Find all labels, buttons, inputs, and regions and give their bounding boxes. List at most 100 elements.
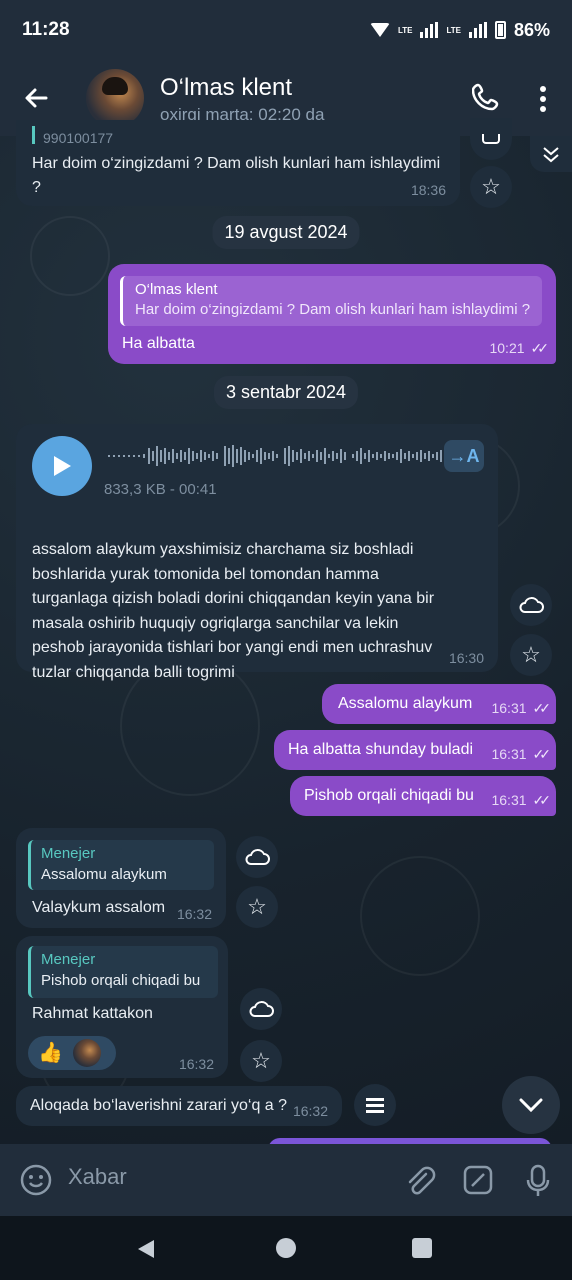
star-icon: ☆ <box>247 894 267 919</box>
wifi-icon <box>369 23 390 37</box>
scroll-up-icon <box>543 147 559 163</box>
message-text: Har doim o‘zingizdami ? Dam olish kunlar… <box>32 155 441 196</box>
signal-icon <box>420 22 439 38</box>
message-menu-button[interactable] <box>354 1084 396 1126</box>
message-meta: 16:31 ✓✓ <box>491 742 552 766</box>
voice-meta: 833,3 KB - 00:41 <box>104 481 217 498</box>
message-time: 16:32 <box>178 1056 214 1072</box>
favorite-button[interactable]: ☆ <box>470 166 512 208</box>
reply-text: Har doim o‘zingizdami ? Dam olish kunlar… <box>135 301 530 318</box>
sticker-button[interactable] <box>462 1164 494 1201</box>
message-meta: 10:21 ✓✓ <box>489 336 550 360</box>
date-divider: 3 sentabr 2024 <box>213 376 359 409</box>
waveform <box>108 445 446 467</box>
date-divider: 19 avgust 2024 <box>212 216 360 249</box>
nav-home-button[interactable] <box>276 1238 296 1258</box>
star-icon: ☆ <box>481 174 501 199</box>
message-time: 16:31 <box>491 792 527 808</box>
nav-recents-button[interactable] <box>412 1238 432 1258</box>
nav-back-icon <box>138 1240 154 1258</box>
message-time: 16:32 <box>176 906 212 922</box>
message-meta: 16:31 ✓✓ <box>491 696 552 720</box>
favorite-button[interactable]: ☆ <box>236 886 278 928</box>
reactor-avatar <box>72 1039 101 1067</box>
lte-label: LTE <box>397 25 413 35</box>
reply-preview: Menejer Pishob orqali chiqadi bu <box>28 946 218 998</box>
reply-name: O‘lmas klent <box>135 281 218 298</box>
voice-message[interactable]: →A 833,3 KB - 00:41 assalom alaykum yaxs… <box>16 424 498 681</box>
message-text: Pishob orqali chiqadi bu <box>304 787 474 804</box>
message-outgoing[interactable]: O‘lmas klent Har doim o‘zingizdami ? Dam… <box>108 264 556 364</box>
favorite-button[interactable]: ☆ <box>510 634 552 676</box>
battery-icon <box>494 21 506 39</box>
message-outgoing[interactable]: Ha albatta shunday buladi 16:31 ✓✓ <box>274 730 556 770</box>
sticker-icon <box>463 1165 493 1195</box>
nav-back-button[interactable] <box>136 1238 156 1265</box>
reply-preview: Menejer Assalomu alaykum <box>28 840 214 890</box>
more-button[interactable] <box>538 84 548 119</box>
read-ticks-icon: ✓✓ <box>532 792 552 808</box>
battery-level: 86% <box>513 19 550 40</box>
call-button[interactable] <box>471 82 500 117</box>
system-nav-bar <box>0 1216 572 1280</box>
status-time: 11:28 <box>22 19 70 40</box>
message-incoming[interactable]: Menejer Assalomu alaykum Valaykum assalo… <box>16 828 226 928</box>
lte-label-2: LTE <box>446 25 461 35</box>
reply-preview: O‘lmas klent Har doim o‘zingizdami ? Dam… <box>120 276 542 326</box>
message-time: 18:36 <box>410 182 446 198</box>
star-icon: ☆ <box>521 642 541 667</box>
share-button[interactable] <box>470 118 512 160</box>
read-ticks-icon: ✓✓ <box>530 340 550 356</box>
message-incoming[interactable]: Menejer Pishob orqali chiqadi bu Rahmat … <box>16 936 228 1078</box>
mic-icon <box>526 1164 550 1196</box>
message-outgoing[interactable]: Pishob orqali chiqadi bu 16:31 ✓✓ <box>290 776 556 816</box>
scroll-down-button[interactable] <box>502 1076 560 1134</box>
read-ticks-icon: ✓✓ <box>532 700 552 716</box>
attach-icon <box>408 1166 436 1195</box>
message-text: Assalomu alaykum <box>338 695 473 712</box>
play-icon <box>54 456 71 476</box>
reply-text: 990100177 <box>43 130 114 144</box>
reply-name: Menejer <box>41 845 96 862</box>
message-time: 10:21 <box>489 340 525 356</box>
message-time: 16:32 <box>292 1103 328 1119</box>
message-time: 16:31 <box>491 746 527 762</box>
save-to-cloud-button[interactable] <box>510 584 552 626</box>
emoji-button[interactable] <box>20 1164 52 1201</box>
attach-button[interactable] <box>404 1164 436 1203</box>
avatar[interactable] <box>86 69 144 127</box>
cloud-icon <box>249 1001 274 1017</box>
save-to-cloud-button[interactable] <box>236 836 278 878</box>
message-outgoing[interactable]: Assalomu alaykum 16:31 ✓✓ <box>322 684 556 724</box>
reaction-emoji: 👍 <box>38 1042 63 1064</box>
transcribe-button[interactable]: →A <box>444 440 484 472</box>
favorite-button[interactable]: ☆ <box>240 1040 282 1082</box>
back-icon <box>25 88 48 108</box>
message-incoming[interactable]: Aloqada bo‘laverishni zarari yo‘q a ? 16… <box>16 1086 342 1126</box>
message-time: 16:31 <box>491 700 527 716</box>
reply-text: Pishob orqali chiqadi bu <box>41 972 201 989</box>
share-icon <box>482 134 500 144</box>
message-input[interactable]: Xabar <box>68 1164 127 1190</box>
read-ticks-icon: ✓✓ <box>532 746 552 762</box>
phone-icon <box>471 83 499 111</box>
reply-name: Menejer <box>41 951 96 968</box>
voice-record-button[interactable] <box>526 1164 550 1203</box>
scroll-up-button[interactable] <box>530 136 572 172</box>
star-icon: ☆ <box>251 1048 271 1073</box>
reaction-chip[interactable]: 👍 <box>28 1036 116 1070</box>
message-text: Valaykum assalom <box>32 899 166 916</box>
message-composer: Xabar <box>0 1144 572 1216</box>
signal-icon-2 <box>468 22 487 38</box>
scroll-down-icon <box>519 1098 543 1112</box>
status-icons: LTE LTE 86% <box>369 19 550 41</box>
message-incoming[interactable]: 990100177 Har doim o‘zingizdami ? Dam ol… <box>16 120 460 206</box>
menu-icon <box>366 1098 384 1113</box>
message-time: 16:30 <box>448 650 484 666</box>
message-text: Ha albatta shunday buladi <box>288 741 474 758</box>
save-to-cloud-button[interactable] <box>240 988 282 1030</box>
contact-name[interactable]: O‘lmas klent <box>160 74 292 102</box>
play-button[interactable] <box>32 436 92 496</box>
back-button[interactable] <box>22 84 52 114</box>
cloud-icon <box>519 597 544 613</box>
